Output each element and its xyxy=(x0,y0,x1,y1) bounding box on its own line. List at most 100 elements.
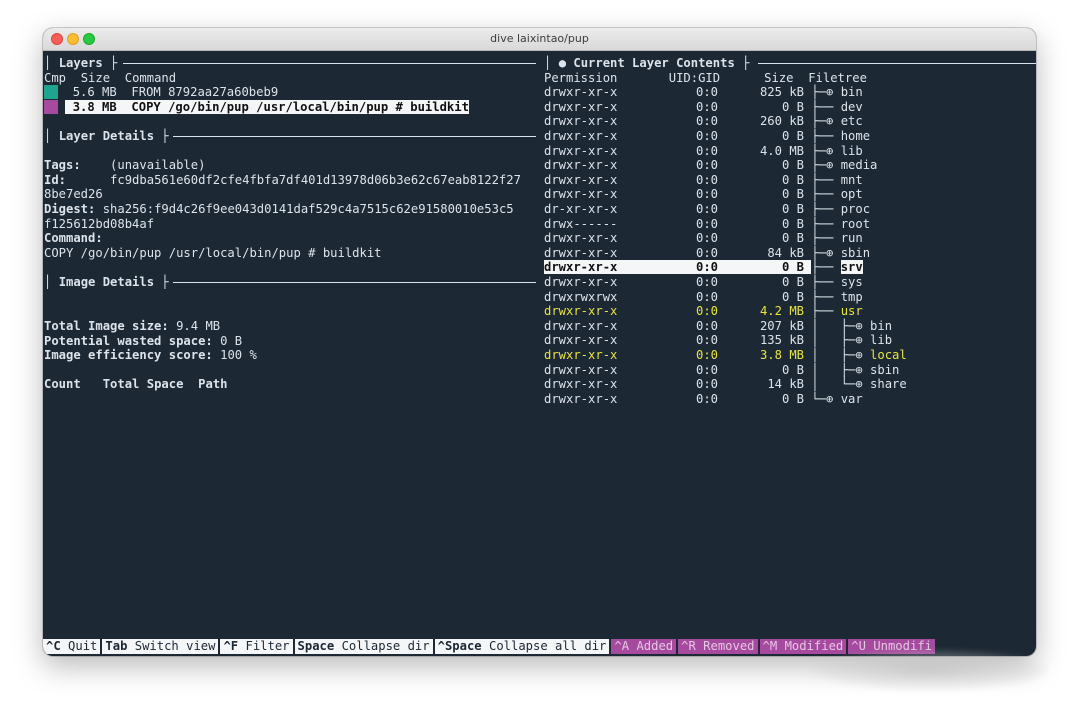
filetree-node: │ ├─⊕ sbin xyxy=(811,362,900,377)
permission: drwxr-xr-x xyxy=(544,245,618,260)
filetree-row[interactable]: drwxr-xr-x 0:0 84 kB ├─⊕ sbin xyxy=(544,246,870,261)
filetree-row[interactable]: drwxr-xr-x 0:0 0 B ├── opt xyxy=(544,187,863,202)
filetree-row[interactable]: drwxrwxrwx 0:0 0 B ├── tmp xyxy=(544,290,863,305)
size: 825 kB xyxy=(759,85,804,100)
contents-panel-header[interactable]: │ ● Current Layer Contents ├ xyxy=(544,56,749,71)
layer-row[interactable]: 5.6 MB FROM 8792aa27a60beb9 xyxy=(44,85,278,100)
id-label: Id: xyxy=(44,172,67,187)
efficiency-label: Image efficiency score: xyxy=(44,348,213,363)
size: 207 kB xyxy=(759,318,804,333)
filetree-row[interactable]: drwxr-xr-x 0:0 0 B ├─⊕ media xyxy=(544,158,877,173)
efficiency-line: Image efficiency score: 100 % xyxy=(44,348,257,363)
digest-value: sha256:f9d4c26f9ee043d0141daf529c4a7515c… xyxy=(102,202,514,216)
size: 0 B xyxy=(781,172,804,187)
contents-panel-title: ● Current Layer Contents xyxy=(558,56,735,70)
filetree-row-columns: drwxr-xr-x 0:0 0 B xyxy=(544,363,804,377)
uid-gid: 0:0 xyxy=(695,202,718,216)
filetree-row[interactable]: dr-xr-xr-x 0:0 0 B ├── proc xyxy=(544,202,870,217)
layers-panel-header[interactable]: │ Layers ├ xyxy=(44,56,117,71)
keybinding-filter[interactable]: ^F Filter xyxy=(220,639,293,654)
key-name: ^Space xyxy=(437,639,482,653)
layer-details-header[interactable]: │ Layer Details ├ xyxy=(44,129,169,144)
filetree-row[interactable]: drwxr-xr-x 0:0 825 kB ├─⊕ bin xyxy=(544,85,863,100)
permission: drwxr-xr-x xyxy=(544,348,618,362)
filetree-row[interactable]: drwxr-xr-x 0:0 207 kB │ ├─⊕ bin xyxy=(544,319,892,334)
permission: drwxr-xr-x xyxy=(544,158,618,173)
filetree-row[interactable]: drwxr-xr-x 0:0 135 kB │ ├─⊕ lib xyxy=(544,333,892,348)
filetree-row-columns: drwxr-xr-x 0:0 135 kB xyxy=(544,333,804,347)
filetree-row[interactable]: drwxr-xr-x 0:0 0 B ├── run xyxy=(544,231,863,246)
permission: drwxr-xr-x xyxy=(544,143,618,158)
filetree-node: ├── opt xyxy=(811,187,863,202)
size: 3.8 MB xyxy=(759,348,804,362)
filetree-row[interactable]: drwxr-xr-x 0:0 14 kB │ └─⊕ share xyxy=(544,377,907,392)
filetree-row-columns: drwxr-xr-x 0:0 0 B xyxy=(544,129,804,143)
window-title: dive laixintao/pup xyxy=(490,32,589,45)
layers-panel-title: Layers xyxy=(58,56,103,70)
filetree-row[interactable]: drwxr-xr-x 0:0 0 B ├── mnt xyxy=(544,173,863,188)
header-count: Count xyxy=(44,377,81,392)
total-size-value: 9.4 MB xyxy=(176,319,221,333)
tree-branch: │ ├─⊕ xyxy=(811,348,871,362)
layer-size: 5.6 MB xyxy=(72,85,117,100)
toggle-added[interactable]: ^A Added xyxy=(611,639,677,654)
size: 0 B xyxy=(781,158,804,173)
permission: drwxr-xr-x xyxy=(544,362,618,377)
filetree-node: ├─⊕ media xyxy=(811,158,878,173)
filetree-row[interactable]: drwxr-xr-x 0:0 0 B ├── home xyxy=(544,129,870,144)
filetree-row-columns: drwxr-xr-x 0:0 0 B xyxy=(544,231,804,245)
uid-gid: 0:0 xyxy=(695,129,718,143)
filetree-row[interactable]: drwxr-xr-x 0:0 0 B └─⊕ var xyxy=(544,392,863,407)
size: 0 B xyxy=(781,231,804,246)
filetree-row[interactable]: drwxr-xr-x 0:0 0 B ├── dev xyxy=(544,100,863,115)
filetree-node: ├── usr xyxy=(811,304,862,319)
keybinding-collapse-dir[interactable]: Space Collapse dir xyxy=(294,639,433,654)
size: 0 B xyxy=(781,202,804,216)
wasted-table-header: Count Total Space Path xyxy=(44,377,227,392)
uid-gid: 0:0 xyxy=(695,260,718,275)
total-size-line: Total Image size: 9.4 MB xyxy=(44,319,220,334)
filetree-row-columns: drwxr-xr-x 0:0 0 B xyxy=(544,260,804,275)
key-label: Switch view xyxy=(134,639,216,653)
filetree-row[interactable]: drwx------ 0:0 0 B ├── root xyxy=(544,217,870,232)
wasted-space-value: 0 B xyxy=(220,333,243,348)
divider xyxy=(123,63,536,64)
uid-gid: 0:0 xyxy=(695,85,718,100)
filetree-row[interactable]: drwxr-xr-x 0:0 4.0 MB ├─⊕ lib xyxy=(544,144,863,159)
tags-line: Tags: (unavailable) xyxy=(44,158,205,173)
keybinding-collapse-all-dir[interactable]: ^Space Collapse all dir xyxy=(434,639,610,654)
header-total-space: Total Space xyxy=(102,377,184,392)
permission: drwxr-xr-x xyxy=(544,333,618,348)
permission: drwxr-xr-x xyxy=(544,85,618,100)
layer-color-swatch xyxy=(44,99,58,114)
filetree-row[interactable]: drwxr-xr-x 0:0 0 B │ ├─⊕ sbin xyxy=(544,363,899,378)
keybinding-quit[interactable]: ^C Quit xyxy=(43,639,101,654)
layer-row-selected[interactable]: 3.8 MB COPY /go/bin/pup /usr/local/bin/p… xyxy=(44,99,469,115)
toggle-removed[interactable]: ^R Removed xyxy=(678,639,758,654)
contents-table-header: Permission UID:GID Size Filetree xyxy=(544,71,867,86)
uid-gid: 0:0 xyxy=(695,114,718,129)
filetree-row[interactable]: drwxr-xr-x 0:0 260 kB ├─⊕ etc xyxy=(544,114,863,129)
uid-gid: 0:0 xyxy=(695,231,718,246)
digest-line: Digest: sha256:f9d4c26f9ee043d0141daf529… xyxy=(44,202,514,217)
filetree-row[interactable]: drwxr-xr-x 0:0 3.8 MB │ ├─⊕ local xyxy=(544,348,907,363)
terminal-content[interactable]: │ Layers ├ Cmp Size Command 5.6 MB FROM … xyxy=(43,51,1036,656)
filetree-node: ├── proc xyxy=(811,202,871,216)
keybinding-switch-view[interactable]: Tab Switch view xyxy=(102,639,219,654)
filetree-node: ├─⊕ bin xyxy=(811,85,863,100)
tree-branch: ├── xyxy=(811,304,841,319)
wasted-space-line: Potential wasted space: 0 B xyxy=(44,334,242,349)
uid-gid: 0:0 xyxy=(695,304,718,319)
permission: drwxr-xr-x xyxy=(544,187,618,202)
filetree-row-selected[interactable]: drwxr-xr-x 0:0 0 B ├── srv xyxy=(544,260,863,275)
image-details-header[interactable]: │ Image Details ├ xyxy=(44,275,169,290)
filetree-row[interactable]: drwxr-xr-x 0:0 4.2 MB ├── usr xyxy=(544,304,863,319)
filetree-node: ├── srv xyxy=(811,260,863,275)
tree-branch: ├── xyxy=(811,260,841,275)
filetree-row[interactable]: drwxr-xr-x 0:0 0 B ├── sys xyxy=(544,275,863,290)
